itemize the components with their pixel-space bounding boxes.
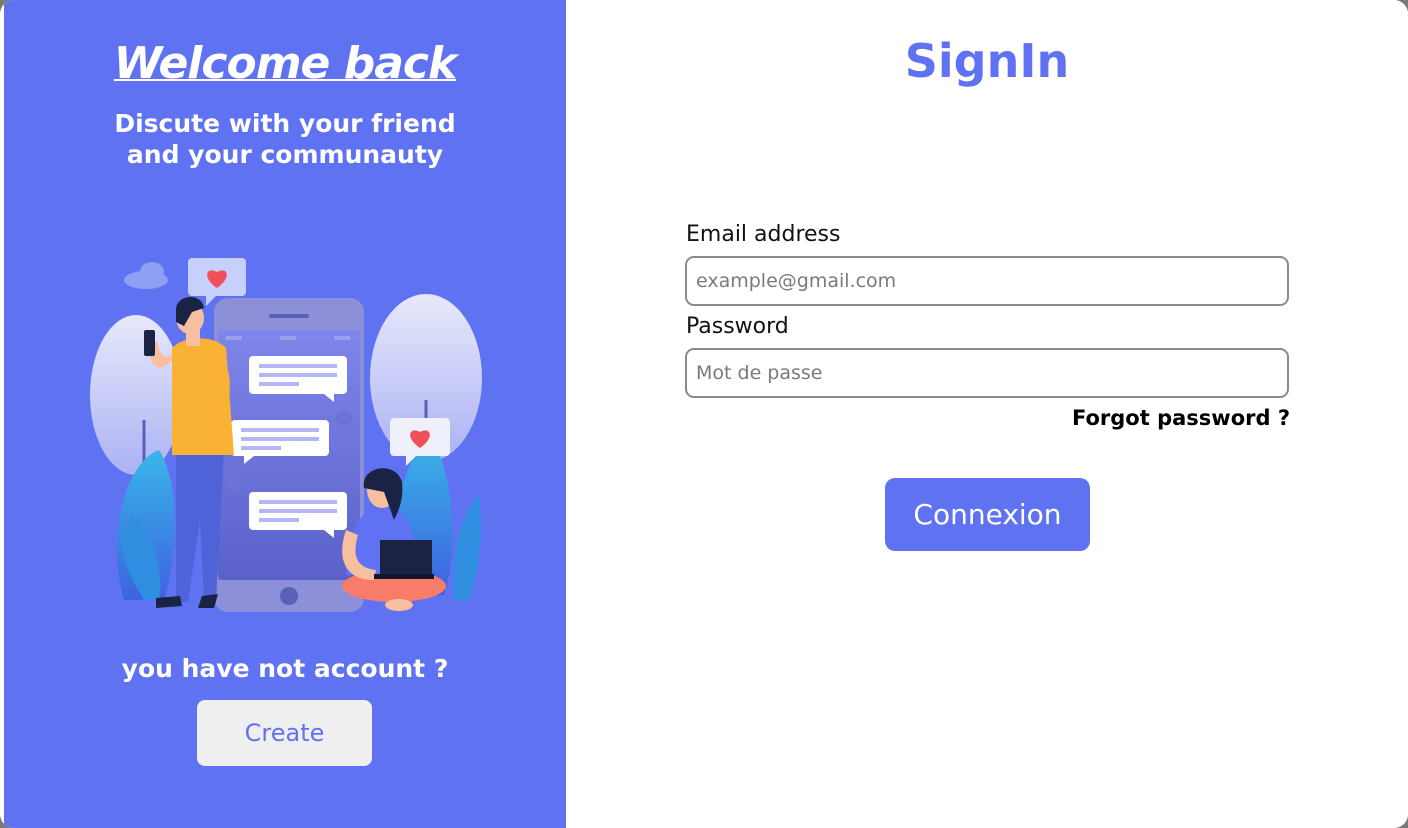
email-field[interactable] [685,256,1289,306]
signin-window: Welcome back Discute with your friend an… [0,0,1408,828]
signin-title: SignIn [904,34,1070,88]
connexion-button[interactable]: Connexion [885,478,1090,551]
welcome-panel: Welcome back Discute with your friend an… [4,0,566,828]
welcome-subtitle: Discute with your friend and your commun… [114,109,456,169]
signin-panel: SignIn Email address Password Forgot pas… [566,0,1408,828]
email-label: Email address [686,222,841,247]
no-account-text: you have not account ? [121,654,449,683]
social-chat-illustration [90,258,482,612]
tree-left-shape [90,315,182,475]
create-account-button[interactable]: Create [197,700,372,766]
forgot-password-link[interactable]: Forgot password ? [1072,406,1290,430]
password-label: Password [686,314,789,339]
password-field[interactable] [685,348,1289,398]
welcome-title: Welcome back [113,38,458,89]
cloud-icon [124,262,168,289]
